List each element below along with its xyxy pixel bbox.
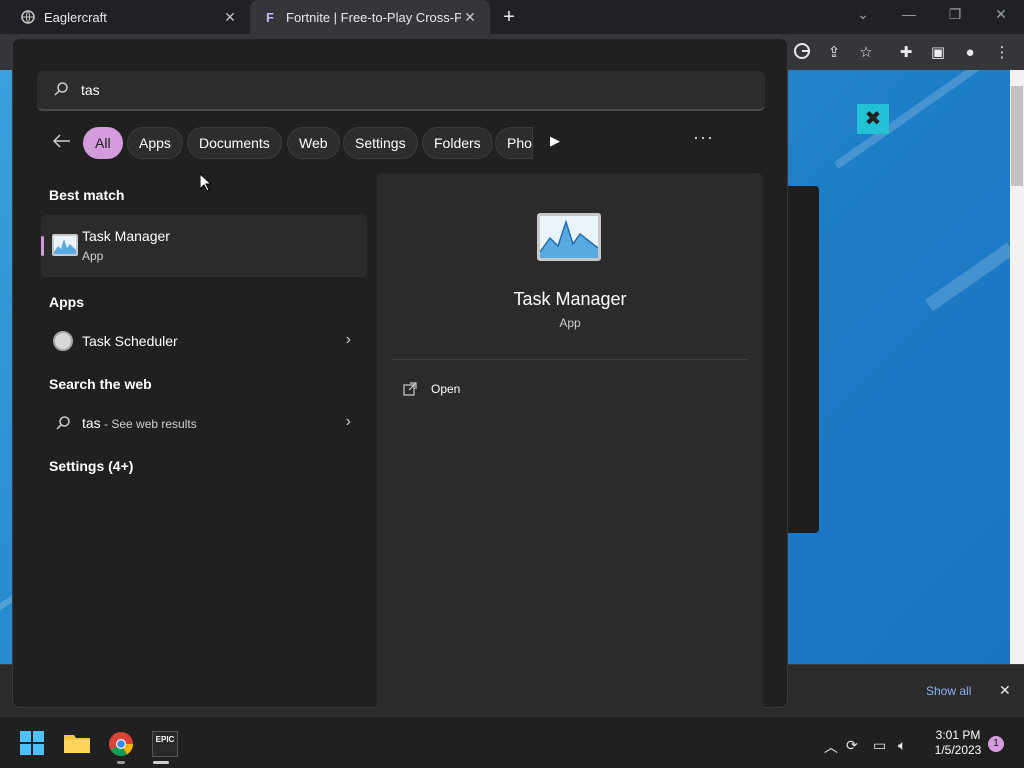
task-scheduler-icon (53, 331, 73, 351)
best-match-heading: Best match (49, 187, 125, 203)
tab-fortnite[interactable]: F Fortnite | Free-to-Play Cross-Platf ✕ (250, 0, 490, 34)
filter-folders[interactable]: Folders (422, 127, 493, 159)
filter-settings[interactable]: Settings (343, 127, 418, 159)
minimize-button[interactable]: — (894, 6, 924, 22)
preview-title: Task Manager (513, 289, 627, 309)
extensions-icon[interactable]: ✚ (896, 43, 916, 63)
task-manager-icon (537, 213, 601, 261)
fortnite-icon: F (266, 9, 274, 25)
apps-heading: Apps (49, 294, 84, 310)
epic-active-indicator (153, 761, 169, 764)
decor-stripe (925, 242, 1010, 312)
restore-button[interactable]: ❐ (940, 6, 970, 23)
best-match-name: Task Manager (82, 228, 170, 244)
webpage-close-icon[interactable]: ✖ (857, 104, 889, 134)
download-bar-close-icon[interactable]: ✕ (999, 682, 1011, 699)
windows-start-icon[interactable] (20, 731, 46, 757)
search-box[interactable] (37, 71, 765, 111)
close-tab-icon[interactable]: ✕ (462, 9, 478, 25)
tab-search-icon[interactable]: ⌄ (848, 6, 878, 23)
close-tab-icon[interactable]: ✕ (222, 9, 238, 25)
close-window-button[interactable]: ✕ (986, 6, 1016, 23)
chrome-running-indicator (117, 761, 125, 764)
profile-icon[interactable]: ● (960, 43, 980, 63)
search-icon (53, 81, 71, 99)
chevron-right-icon[interactable]: › (346, 331, 351, 349)
globe-icon (20, 9, 36, 25)
taskbar-clock[interactable]: 3:01 PM 1/5/2023 (928, 728, 988, 758)
google-icon[interactable] (792, 43, 812, 63)
back-arrow-icon[interactable] (51, 131, 73, 153)
chevron-right-icon[interactable]: › (346, 413, 351, 431)
clock-date: 1/5/2023 (934, 743, 982, 757)
preview-divider (393, 359, 747, 360)
webpage-dark-panel (786, 186, 819, 533)
star-icon[interactable]: ☆ (856, 43, 876, 63)
search-icon (55, 415, 71, 434)
preview-type: App (559, 316, 581, 330)
more-options-icon[interactable]: ··· (693, 127, 714, 148)
open-label: Open (431, 382, 461, 396)
preview-pane: Task Manager App Open (377, 173, 763, 709)
filter-apps[interactable]: Apps (127, 127, 183, 159)
best-match-item[interactable]: Task Manager App (41, 215, 367, 277)
best-match-type: App (82, 249, 104, 263)
web-result-label: tas - See web results (82, 415, 197, 431)
search-filter-bar: All Apps Documents Web Settings Folders … (13, 127, 789, 161)
search-web-heading: Search the web (49, 376, 152, 392)
show-all-link[interactable]: Show all (926, 684, 971, 698)
browser-tab-bar: Eaglercraft ✕ F Fortnite | Free-to-Play … (0, 0, 1024, 34)
menu-icon[interactable]: ⋮ (992, 43, 1012, 63)
search-input[interactable] (81, 82, 681, 98)
taskbar: EPIC ︿ ⟳ ▭ 🔈︎ (0, 716, 1024, 768)
app-item-task-scheduler[interactable]: Task Scheduler › (41, 323, 367, 359)
web-suffix: - See web results (100, 417, 197, 431)
filter-web[interactable]: Web (287, 127, 340, 159)
app-item-label: Task Scheduler (82, 333, 178, 349)
epic-label: EPIC (155, 735, 175, 744)
network-icon[interactable]: ▭ (873, 737, 886, 754)
notification-badge[interactable]: 1 (988, 736, 1004, 752)
chrome-icon[interactable] (108, 731, 134, 757)
selection-accent (41, 236, 44, 256)
open-action[interactable]: Open (403, 379, 460, 399)
sync-icon[interactable]: ⟳ (846, 737, 858, 754)
new-tab-button[interactable]: + (498, 7, 520, 29)
start-search-panel: All Apps Documents Web Settings Folders … (12, 38, 789, 709)
web-query: tas (82, 415, 101, 431)
file-explorer-icon[interactable] (64, 731, 90, 757)
tab-title: Eaglercraft (44, 9, 107, 25)
play-arrow-icon[interactable]: ▶ (550, 133, 560, 149)
clock-time: 3:01 PM (935, 728, 981, 742)
sidebar-icon[interactable]: ▣ (928, 43, 948, 63)
web-result-item[interactable]: tas - See web results › (41, 405, 367, 441)
filter-photos[interactable]: Phot (495, 127, 533, 159)
epic-games-icon[interactable]: EPIC (152, 731, 178, 757)
scrollbar-thumb[interactable] (1011, 86, 1023, 186)
open-external-icon (403, 382, 417, 396)
filter-documents[interactable]: Documents (187, 127, 282, 159)
settings-heading[interactable]: Settings (4+) (49, 458, 133, 474)
tray-chevron-icon[interactable]: ︿ (824, 737, 838, 757)
share-icon[interactable]: ⇪ (824, 43, 844, 63)
volume-icon[interactable]: 🔈︎ (898, 737, 906, 754)
tab-eaglercraft[interactable]: Eaglercraft ✕ (0, 0, 250, 34)
tab-title: Fortnite | Free-to-Play Cross-Platf (286, 9, 461, 25)
filter-all[interactable]: All (83, 127, 123, 159)
task-manager-icon (52, 234, 78, 256)
